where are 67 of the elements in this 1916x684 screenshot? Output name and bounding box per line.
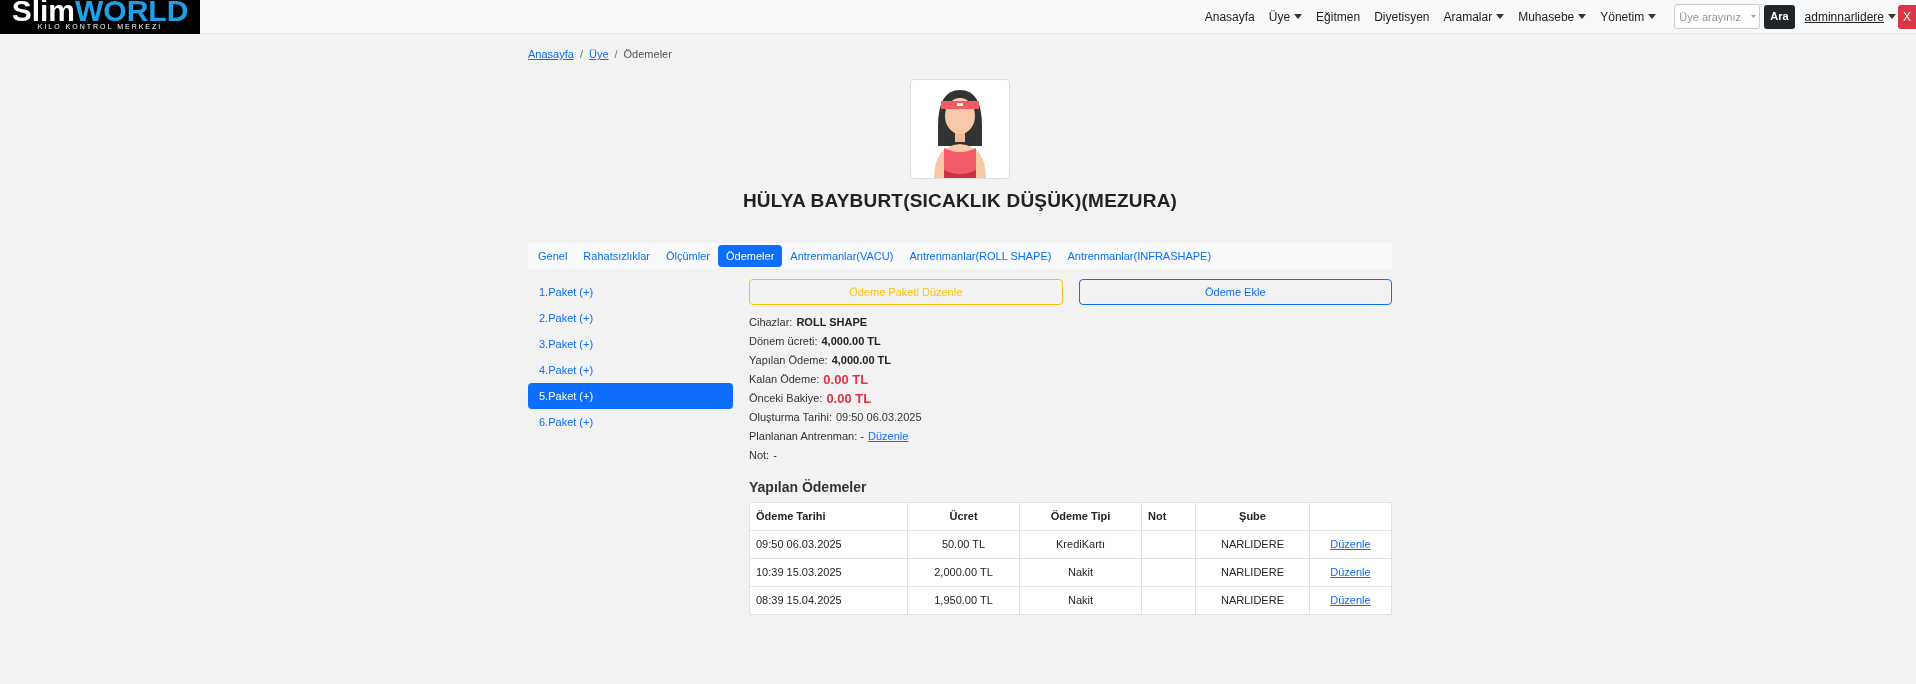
detail-label: Kalan Ödeme: xyxy=(749,372,820,388)
user-menu[interactable]: adminnarlidere xyxy=(1804,7,1896,26)
nav-link[interactable]: Muhasebe xyxy=(1518,7,1587,26)
table-cell: NARLIDERE xyxy=(1195,558,1310,587)
table-cell: Nakit xyxy=(1019,558,1142,587)
column-header: Not xyxy=(1141,502,1196,531)
tab[interactable]: Rahatsızlıklar xyxy=(575,245,658,267)
breadcrumb-link[interactable]: Anasayfa xyxy=(528,46,574,63)
table-cell: NARLIDERE xyxy=(1195,530,1310,559)
caret-icon xyxy=(1888,14,1896,19)
column-header: Ödeme Tipi xyxy=(1019,502,1142,531)
column-header: Ücret xyxy=(907,502,1020,531)
table-cell: 2,000.00 TL xyxy=(907,558,1020,587)
add-payment-button[interactable]: Ödeme Ekle xyxy=(1078,279,1392,305)
detail-value: - xyxy=(773,448,777,464)
breadcrumb-link[interactable]: Üye xyxy=(588,46,609,63)
package-item[interactable]: 3.Paket (+) xyxy=(528,331,733,357)
breadcrumb-separator: / xyxy=(614,47,618,62)
nav-link[interactable]: Anasayfa xyxy=(1204,7,1255,26)
detail-value: 4,000.00 TL xyxy=(821,334,881,350)
detail-value: 4,000.00 TL xyxy=(831,353,891,369)
search-button[interactable]: Ara xyxy=(1764,4,1795,29)
package-item[interactable]: 6.Paket (+) xyxy=(528,409,733,435)
tab[interactable]: Genel xyxy=(530,245,576,267)
edit-link[interactable]: Düzenle xyxy=(867,428,909,445)
table-cell: 1,950.00 TL xyxy=(907,586,1020,615)
section-title: Yapılan Ödemeler xyxy=(749,478,868,497)
caret-icon xyxy=(1751,15,1757,18)
tab[interactable]: Antrenmanlar(INFRASHAPE) xyxy=(1059,245,1220,267)
nav-link[interactable]: Aramalar xyxy=(1443,7,1505,26)
detail-label: Yapılan Ödeme: xyxy=(749,353,828,369)
breadcrumb-separator: / xyxy=(579,47,583,62)
package-item[interactable]: 2.Paket (+) xyxy=(528,305,733,331)
detail-value: 09:50 06.03.2025 xyxy=(835,410,922,426)
detail-label: Dönem ücreti: xyxy=(749,334,818,350)
breadcrumb-current: Ödemeler xyxy=(623,47,672,62)
nav-link[interactable]: Üye xyxy=(1268,7,1303,26)
column-header: Ödeme Tarihi xyxy=(749,502,908,531)
table-cell: 09:50 06.03.2025 xyxy=(749,530,908,559)
detail-label: Cihazlar: xyxy=(749,315,793,331)
table-cell: Nakit xyxy=(1019,586,1142,615)
package-item[interactable]: 1.Paket (+) xyxy=(528,279,733,305)
detail-value: 0.00 TL xyxy=(823,370,869,389)
tab[interactable]: Ölçümler xyxy=(658,245,718,267)
nav-link[interactable]: Eğitmen xyxy=(1316,7,1361,26)
table-cell: NARLIDERE xyxy=(1195,586,1310,615)
tab[interactable]: Antrenmanlar(VACU) xyxy=(782,245,902,267)
close-button[interactable]: X xyxy=(1898,4,1916,29)
package-item[interactable]: 5.Paket (+) xyxy=(528,383,733,409)
member-name: HÜLYA BAYBURT(SICAKLIK DÜŞÜK)(MEZURA) xyxy=(742,188,1178,213)
nav-link[interactable]: Diyetisyen xyxy=(1374,7,1430,26)
detail-value: ROLL SHAPE xyxy=(796,315,868,331)
table-cell: 08:39 15.04.2025 xyxy=(749,586,908,615)
tab[interactable]: Antrenmanlar(ROLL SHAPE) xyxy=(901,245,1060,267)
detail-label: Oluşturma Tarihi: xyxy=(749,410,832,426)
tab[interactable]: Ödemeler xyxy=(718,245,783,267)
column-header: Şube xyxy=(1195,502,1310,531)
detail-label: Önceki Bakiye: xyxy=(749,391,823,407)
search-field[interactable]: Üye arayınız xyxy=(1674,4,1761,29)
table-cell: 10:39 15.03.2025 xyxy=(749,558,908,587)
package-item[interactable]: 4.Paket (+) xyxy=(528,357,733,383)
detail-label: Not: xyxy=(749,448,770,464)
table-cell: 50.00 TL xyxy=(907,530,1020,559)
detail-value: 0.00 TL xyxy=(826,389,872,408)
nav-link[interactable]: Yönetim xyxy=(1600,7,1657,26)
detail-label: Planlanan Antrenman: - xyxy=(749,429,864,445)
table-cell: KrediKartı xyxy=(1019,530,1142,559)
